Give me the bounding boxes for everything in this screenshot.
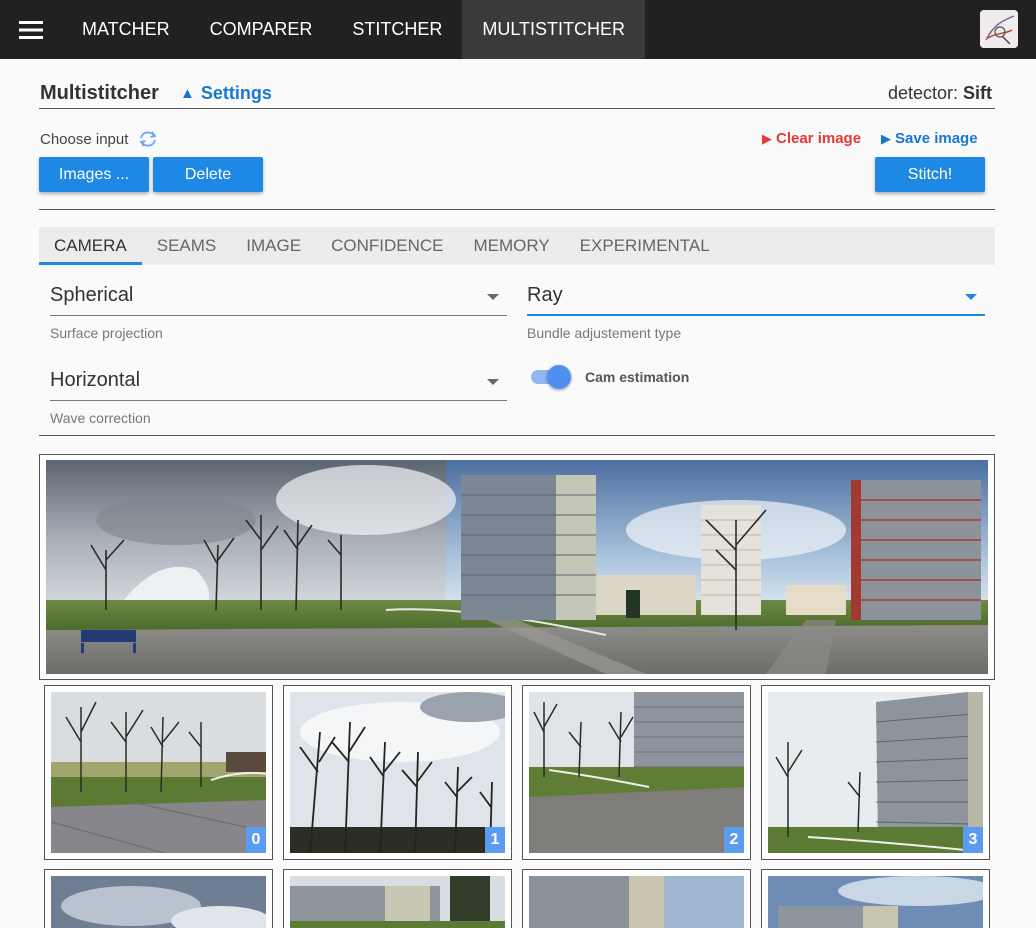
toggle-knob	[547, 365, 571, 389]
nav-tab-comparer[interactable]: COMPARER	[190, 0, 333, 59]
tab-seams[interactable]: SEAMS	[142, 227, 232, 265]
clear-image-label: Clear image	[776, 130, 862, 147]
detector-value: Sift	[963, 83, 992, 103]
thumbnail-index: 2	[724, 827, 744, 853]
source-image-thumbnail[interactable]	[522, 869, 751, 928]
source-image-thumbnail[interactable]: 3	[761, 685, 990, 860]
thumbnail-index: 1	[485, 827, 505, 853]
thumbnail-index: 3	[963, 827, 983, 853]
save-image-button[interactable]: ▶ Save image	[881, 130, 978, 147]
page-title: Multistitcher	[40, 82, 159, 104]
source-image	[768, 876, 983, 928]
source-image-thumbnail[interactable]: 1	[283, 685, 512, 860]
wave-correction-value: Horizontal	[50, 369, 141, 391]
play-icon: ▶	[762, 130, 772, 146]
cam-estimation-toggle[interactable]	[529, 365, 571, 389]
tab-camera[interactable]: CAMERA	[39, 227, 142, 265]
tab-experimental[interactable]: EXPERIMENTAL	[565, 227, 725, 265]
settings-label: Settings	[200, 83, 272, 103]
source-image-thumbnail[interactable]	[44, 869, 273, 928]
source-image-thumbnail[interactable]	[283, 869, 512, 928]
source-image	[51, 692, 266, 853]
refresh-icon[interactable]	[138, 130, 158, 148]
triangle-up-icon: ▲	[180, 85, 195, 102]
source-image	[290, 876, 505, 928]
detector-label: detector:	[887, 83, 958, 103]
nav-tab-stitcher[interactable]: STITCHER	[332, 0, 462, 59]
chevron-down-icon	[487, 294, 499, 300]
menu-icon[interactable]	[0, 0, 62, 59]
panorama-result-frame	[39, 454, 995, 680]
source-image	[768, 692, 983, 853]
bundle-adjustment-hint: Bundle adjustement type	[527, 325, 682, 341]
save-image-label: Save image	[895, 130, 978, 147]
settings-tabs: CAMERA SEAMS IMAGE CONFIDENCE MEMORY EXP…	[39, 227, 995, 265]
top-navigation-bar: MATCHER COMPARER STITCHER MULTISTITCHER	[0, 0, 1036, 59]
app-logo[interactable]	[980, 10, 1018, 48]
choose-input-label: Choose input	[40, 130, 129, 148]
chevron-down-icon	[487, 379, 499, 385]
tab-image[interactable]: IMAGE	[231, 227, 316, 265]
source-image	[51, 876, 266, 928]
source-image-thumbnail[interactable]: 0	[44, 685, 273, 860]
nav-tab-multistitcher[interactable]: MULTISTITCHER	[462, 0, 646, 59]
choose-input: Choose input	[40, 130, 158, 148]
wave-correction-hint: Wave correction	[50, 410, 151, 426]
nav-tab-matcher[interactable]: MATCHER	[62, 0, 190, 59]
source-image-thumbnail[interactable]: 2	[522, 685, 751, 860]
chevron-down-icon	[965, 294, 977, 300]
source-image	[529, 692, 744, 853]
settings-toggle[interactable]: ▲ Settings	[180, 83, 272, 104]
source-image-thumbnail[interactable]	[761, 869, 990, 928]
settings-divider	[39, 435, 995, 436]
input-divider	[39, 209, 995, 210]
play-icon: ▶	[881, 130, 891, 146]
detector-readout: detector: Sift	[888, 83, 992, 104]
panorama-image[interactable]	[46, 460, 988, 674]
surface-projection-value: Spherical	[50, 284, 134, 306]
header-divider	[39, 108, 995, 109]
tab-memory[interactable]: MEMORY	[458, 227, 564, 265]
wave-correction-select[interactable]: Horizontal	[50, 365, 507, 401]
stitch-button[interactable]: Stitch!	[875, 157, 985, 192]
bundle-adjustment-value: Ray	[527, 284, 563, 306]
source-image	[290, 692, 505, 853]
source-image	[529, 876, 744, 928]
images-button[interactable]: Images ...	[39, 157, 149, 192]
bundle-adjustment-select[interactable]: Ray	[527, 280, 985, 316]
thumbnail-index: 0	[246, 827, 266, 853]
surface-projection-hint: Surface projection	[50, 325, 163, 341]
surface-projection-select[interactable]: Spherical	[50, 280, 507, 316]
tab-confidence[interactable]: CONFIDENCE	[316, 227, 458, 265]
delete-button[interactable]: Delete	[153, 157, 263, 192]
cam-estimation-label: Cam estimation	[585, 369, 690, 385]
clear-image-button[interactable]: ▶ Clear image	[762, 130, 861, 147]
